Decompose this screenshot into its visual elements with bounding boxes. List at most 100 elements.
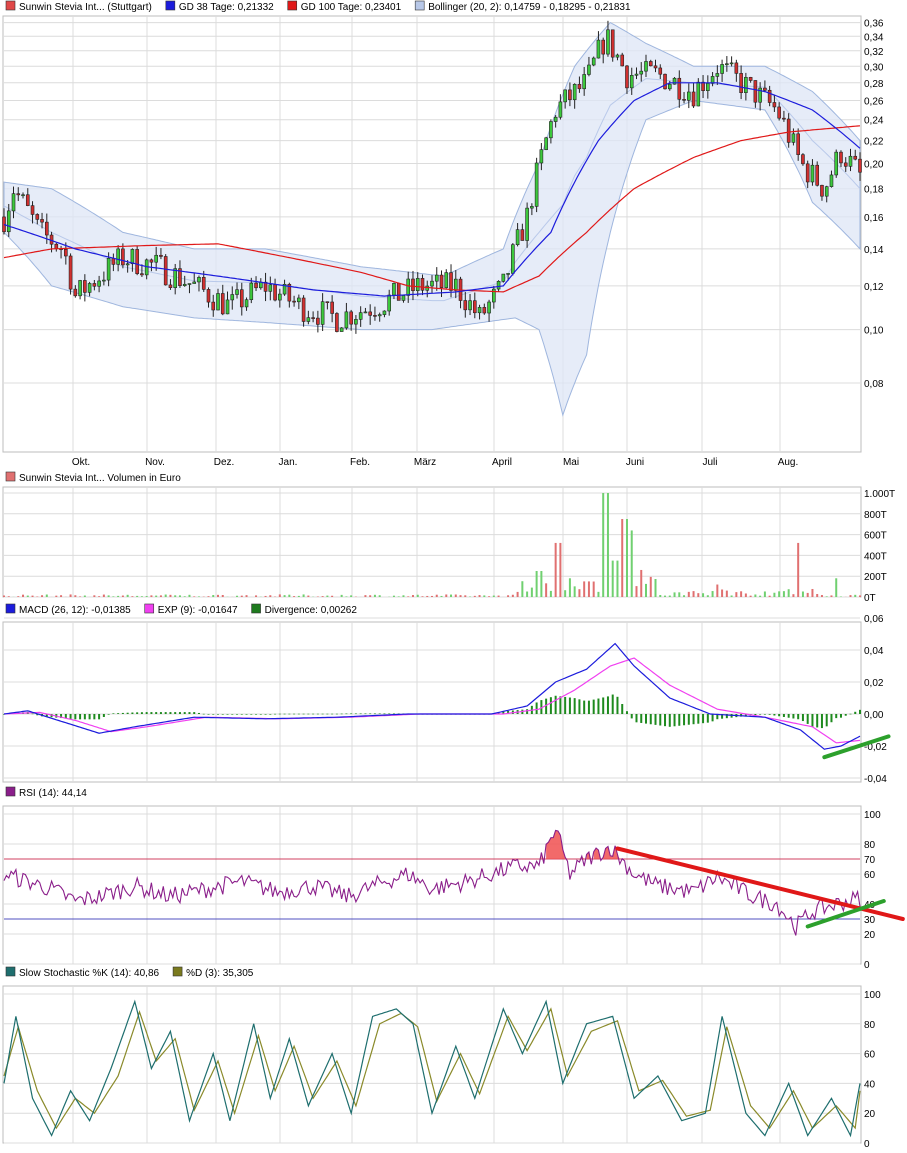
volume-bar — [431, 595, 433, 597]
legend-swatch — [5, 966, 16, 977]
volume-bar — [478, 595, 481, 597]
candle — [235, 289, 239, 295]
divergence-bar — [202, 713, 205, 715]
divergence-bar — [373, 713, 376, 715]
candle — [582, 74, 586, 90]
divergence-bar — [549, 697, 552, 714]
divergence-bar — [102, 714, 105, 717]
candle — [301, 297, 306, 322]
divergence-bar — [797, 714, 800, 720]
candle — [25, 194, 30, 206]
y-tick-label: 0 — [864, 1139, 870, 1150]
y-tick-label: 20 — [864, 930, 876, 941]
divergence-bar — [93, 714, 96, 720]
volume-bar — [69, 594, 72, 597]
volume-bar — [592, 581, 595, 597]
divergence-bar — [778, 714, 781, 717]
candle — [763, 87, 767, 91]
volume-bar — [126, 594, 129, 597]
divergence-bar — [121, 712, 124, 714]
y-tick-label: 0,12 — [864, 282, 884, 293]
candle — [163, 256, 168, 286]
divergence-bar — [364, 713, 367, 715]
volume-bar — [492, 595, 495, 597]
volume-bar — [706, 595, 709, 597]
volume-bar — [107, 595, 110, 597]
candle — [68, 255, 73, 290]
volume-bar — [307, 595, 310, 597]
y-tick-label: 30 — [864, 915, 876, 926]
candle — [396, 283, 401, 301]
volume-bar — [221, 595, 224, 597]
volume-bar — [820, 595, 823, 597]
divergence-bar — [88, 714, 91, 720]
exp-line — [3, 657, 861, 744]
candle — [373, 315, 377, 317]
volume-bar — [293, 596, 296, 597]
volume-bar — [302, 594, 305, 597]
volume-bar — [83, 595, 86, 597]
candle — [801, 154, 805, 165]
volume-bar — [445, 594, 448, 597]
candle — [420, 278, 425, 291]
divergence-bar — [117, 713, 120, 714]
legend-label: Divergence: 0,00262 — [265, 605, 358, 616]
divergence-bar — [221, 714, 224, 715]
divergence-bar — [316, 713, 319, 715]
candle — [610, 29, 615, 58]
volume-bar — [759, 595, 762, 597]
x-tick-label: Juli — [702, 457, 717, 468]
candle — [11, 193, 16, 212]
candle — [244, 299, 249, 308]
y-tick-label: 0,32 — [864, 47, 884, 58]
candle — [78, 280, 82, 297]
volume-bar — [364, 595, 367, 597]
y-tick-label: 0,02 — [864, 678, 884, 689]
x-tick-label: Jan. — [279, 457, 298, 468]
volume-bar — [473, 595, 476, 597]
divergence-bar — [169, 712, 172, 714]
divergence-bar — [645, 714, 647, 724]
candle — [159, 254, 163, 257]
plot-area — [2, 486, 862, 598]
divergence-bar — [136, 712, 139, 714]
divergence-bar — [835, 714, 838, 719]
candle — [596, 39, 601, 59]
candle — [254, 282, 258, 289]
divergence-bar — [763, 714, 766, 715]
volume-bar — [664, 595, 667, 597]
x-tick-label: Feb. — [350, 457, 370, 468]
candle — [720, 64, 724, 74]
divergence-bar — [787, 714, 790, 718]
volume-bar — [606, 493, 609, 597]
volume-bar — [711, 591, 714, 597]
volume-bar — [17, 596, 20, 597]
candle — [834, 151, 839, 176]
candle — [701, 81, 705, 91]
candle — [225, 299, 230, 315]
volume-bar — [545, 583, 548, 597]
divergence-bar — [354, 713, 357, 715]
y-tick-label: 0,00 — [864, 710, 884, 721]
divergence-bar — [839, 714, 842, 718]
candle — [558, 101, 563, 118]
candle — [782, 117, 786, 120]
candle — [568, 89, 572, 101]
volume-bar — [630, 530, 633, 597]
volume-bar — [740, 591, 743, 597]
candle — [696, 81, 701, 107]
candle — [501, 273, 506, 282]
volume-bar — [60, 595, 63, 597]
candle — [35, 214, 40, 220]
candle — [534, 162, 539, 207]
divergence-bar — [264, 714, 267, 715]
divergence-bar — [369, 713, 372, 715]
candle — [273, 284, 277, 301]
volume-bar — [778, 591, 781, 597]
volume-bar — [530, 587, 533, 597]
divergence-bar — [854, 711, 857, 714]
candle — [625, 65, 629, 89]
candle — [667, 83, 672, 90]
candle — [734, 62, 739, 74]
volume-bar — [22, 594, 25, 597]
